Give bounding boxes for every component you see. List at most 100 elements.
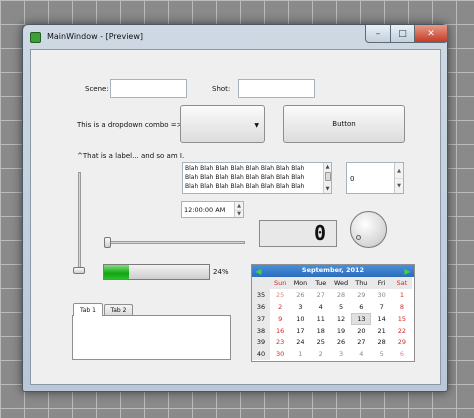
maximize-icon: □	[398, 28, 407, 39]
lcd-display: 0	[259, 220, 337, 247]
calendar-day[interactable]: 27	[311, 289, 331, 301]
calendar-title[interactable]: September, 2012	[252, 266, 414, 274]
scroll-up-icon[interactable]: ▲	[324, 163, 331, 171]
minimize-button[interactable]: –	[365, 25, 391, 43]
calendar-day[interactable]: 14	[371, 313, 391, 325]
calendar-day[interactable]: 8	[392, 301, 412, 313]
calendar-day[interactable]: 5	[331, 301, 351, 313]
app-icon	[30, 32, 41, 43]
progress-bar	[103, 264, 210, 280]
vertical-slider-groove[interactable]	[78, 172, 81, 274]
calendar-day[interactable]: 1	[290, 348, 310, 360]
calendar-day[interactable]: 1	[392, 289, 412, 301]
spin-box-value: 0	[350, 175, 355, 183]
progress-fill	[104, 265, 130, 279]
main-window: MainWindow - [Preview] – □ ✕ Scene: Shot…	[22, 24, 448, 392]
calendar-day[interactable]: 17	[290, 325, 310, 337]
calendar-day[interactable]: 10	[290, 313, 310, 325]
calendar-day[interactable]: 9	[270, 313, 290, 325]
scrollbar-thumb[interactable]	[325, 172, 331, 181]
calendar-day[interactable]: 15	[392, 313, 412, 325]
calendar-weekday: Tue	[310, 277, 331, 289]
calendar-day[interactable]: 28	[371, 336, 391, 348]
progress-label: 24%	[213, 268, 229, 276]
scene-input[interactable]	[110, 79, 187, 98]
calendar-day[interactable]: 27	[351, 336, 371, 348]
calendar-day[interactable]: 2	[311, 348, 331, 360]
calendar-week-number: 35	[252, 288, 270, 301]
info-label: ^That is a label... and so am I.	[77, 152, 185, 160]
dropdown-combo[interactable]: ▼	[180, 105, 265, 143]
scroll-down-icon[interactable]: ▼	[324, 185, 331, 193]
calendar-day[interactable]: 21	[371, 325, 391, 337]
calendar-day[interactable]: 22	[392, 325, 412, 337]
calendar-day[interactable]: 4	[351, 348, 371, 360]
calendar-day[interactable]: 20	[351, 325, 371, 337]
lcd-value: 0	[313, 221, 326, 245]
calendar-day[interactable]: 3	[290, 301, 310, 313]
calendar-day[interactable]: 13	[351, 312, 372, 325]
calendar-day[interactable]: 30	[371, 289, 391, 301]
calendar-day[interactable]: 4	[311, 301, 331, 313]
calendar-day[interactable]: 25	[311, 336, 331, 348]
calendar-day[interactable]: 26	[290, 289, 310, 301]
spin-down-icon[interactable]: ▼	[395, 178, 403, 193]
vertical-slider-handle[interactable]	[73, 267, 85, 274]
spin-up-icon[interactable]: ▲	[395, 163, 403, 178]
calendar-day[interactable]: 12	[331, 313, 351, 325]
calendar-day[interactable]: 7	[371, 301, 391, 313]
spin-box-buttons[interactable]: ▲ ▼	[394, 163, 403, 193]
calendar-day[interactable]: 2	[270, 301, 290, 313]
calendar-day[interactable]: 11	[311, 313, 331, 325]
spin-up-icon[interactable]: ▲	[235, 202, 243, 210]
maximize-button[interactable]: □	[390, 25, 415, 43]
time-edit[interactable]: 12:00:00 AM ▲ ▼	[181, 201, 244, 218]
text-edit[interactable]: Blah Blah Blah Blah Blah Blah Blah Blah …	[182, 162, 332, 194]
calendar-day[interactable]: 5	[371, 348, 391, 360]
calendar-day[interactable]: 18	[311, 325, 331, 337]
tab-pane	[72, 315, 231, 360]
calendar-day[interactable]: 19	[331, 325, 351, 337]
scene-label: Scene:	[85, 85, 109, 93]
calendar-weekday: Sun	[270, 277, 291, 289]
calendar-weekday: Mon	[290, 277, 311, 289]
spin-down-icon[interactable]: ▼	[235, 209, 243, 217]
dial-knob[interactable]	[350, 211, 387, 248]
calendar-day[interactable]: 23	[270, 336, 290, 348]
calendar-day[interactable]: 28	[331, 289, 351, 301]
close-button[interactable]: ✕	[414, 25, 448, 43]
calendar-weekday: Wed	[330, 277, 352, 289]
calendar-day[interactable]: 29	[351, 289, 371, 301]
calendar-day[interactable]: 29	[392, 336, 412, 348]
calendar-day[interactable]: 6	[392, 348, 412, 360]
spin-box[interactable]: 0 ▲ ▼	[346, 162, 404, 194]
tab-1[interactable]: Tab 1	[73, 303, 103, 316]
calendar-week-number: 38	[252, 324, 270, 337]
calendar-week-number: 36	[252, 300, 270, 313]
minimize-icon: –	[375, 28, 381, 39]
calendar-day[interactable]: 30	[270, 348, 290, 360]
calendar-day[interactable]: 3	[331, 348, 351, 360]
calendar-day[interactable]: 6	[351, 301, 371, 313]
horizontal-slider-handle[interactable]	[104, 237, 111, 248]
calendar-weekday: Sat	[391, 277, 413, 289]
text-line: Blah Blah Blah Blah Blah Blah Blah Blah	[185, 174, 305, 181]
arrow-left-icon[interactable]: ◀	[254, 266, 263, 276]
shot-input[interactable]	[238, 79, 315, 98]
shot-label: Shot:	[212, 85, 231, 93]
calendar-day[interactable]: 16	[270, 325, 290, 337]
calendar-day[interactable]: 24	[290, 336, 310, 348]
time-value: 12:00:00 AM	[184, 206, 226, 214]
calendar-day[interactable]: 25	[270, 289, 290, 301]
title-bar[interactable]: MainWindow - [Preview] – □ ✕	[23, 25, 448, 49]
arrow-right-icon[interactable]: ▶	[403, 266, 412, 276]
horizontal-slider-groove[interactable]	[105, 241, 245, 244]
calendar-day[interactable]: 26	[331, 336, 351, 348]
calendar-widget[interactable]: September, 2012 ◀ ▶ Sun Mon Tue Wed Thu Fri Sa…	[251, 264, 415, 362]
calendar-weekday: Thu	[351, 277, 372, 289]
time-spin-buttons[interactable]: ▲ ▼	[234, 202, 243, 217]
combo-label: This is a dropdown combo =>	[77, 121, 183, 129]
main-button[interactable]: Button	[283, 105, 405, 143]
text-edit-scrollbar[interactable]: ▲ ▼	[323, 163, 331, 193]
chevron-down-icon: ▼	[254, 122, 259, 129]
